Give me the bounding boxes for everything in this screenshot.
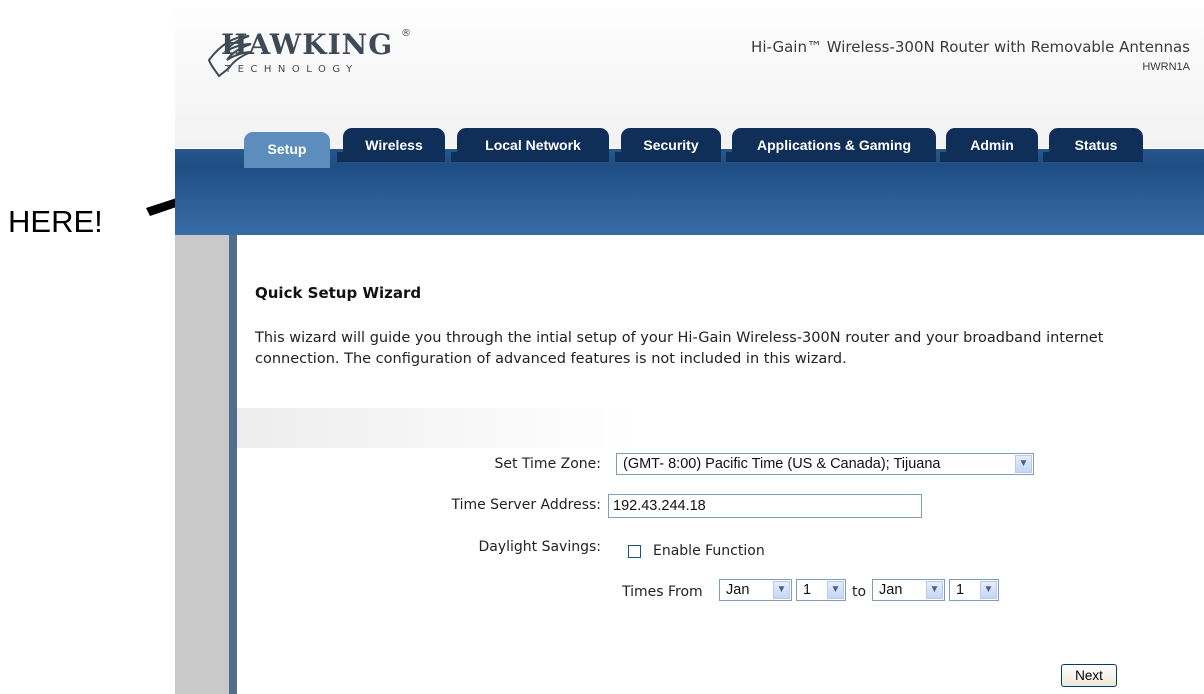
to-day-select[interactable]: 1 ▼	[949, 579, 999, 601]
page-header: HAWKING ® TECHNOLOGY Hi-Gain™ Wireless-3…	[175, 8, 1204, 148]
page-title: Quick Setup Wizard	[255, 284, 422, 302]
tab-notch	[726, 152, 732, 162]
sidebar	[175, 235, 229, 694]
tab-notch	[451, 152, 457, 162]
tab-admin[interactable]: Admin	[940, 128, 1038, 162]
from-day-select[interactable]: 1 ▼	[796, 579, 846, 601]
next-button[interactable]: Next	[1061, 664, 1117, 687]
to-label: to	[852, 584, 867, 600]
sidebar-divider	[229, 235, 237, 694]
time-zone-label: Set Time Zone:	[494, 456, 601, 472]
tab-label: Status	[1074, 137, 1118, 153]
tab-setup[interactable]: Setup	[244, 132, 330, 168]
tab-status[interactable]: Status	[1043, 128, 1143, 162]
time-zone-value: (GMT- 8:00) Pacific Time (US & Canada); …	[623, 456, 941, 472]
chevron-down-icon[interactable]: ▼	[773, 581, 790, 599]
product-title: Hi-Gain™ Wireless-300N Router with Remov…	[751, 38, 1190, 56]
chevron-down-icon[interactable]: ▼	[926, 581, 943, 599]
logo-subtitle: TECHNOLOGY	[225, 64, 359, 75]
to-month-select[interactable]: Jan ▼	[872, 579, 945, 601]
enable-function-checkbox[interactable]	[628, 545, 641, 558]
enable-function-label: Enable Function	[653, 543, 765, 559]
time-server-input[interactable]: 192.43.244.18	[608, 494, 922, 518]
tab-label: Admin	[970, 137, 1014, 153]
chevron-down-icon[interactable]: ▼	[1015, 455, 1032, 473]
tab-notch	[615, 152, 621, 162]
tab-notch	[940, 152, 946, 162]
tab-label: Security	[643, 137, 699, 153]
model-number: HWRN1A	[1142, 61, 1190, 73]
tab-local-network[interactable]: Local Network	[451, 128, 609, 162]
to-month-value: Jan	[879, 582, 903, 598]
from-day-value: 1	[803, 582, 812, 598]
tab-label: Local Network	[485, 137, 581, 153]
chevron-down-icon[interactable]: ▼	[827, 581, 844, 599]
tab-security[interactable]: Security	[615, 128, 721, 162]
tab-wireless[interactable]: Wireless	[337, 128, 445, 162]
tab-label: Applications & Gaming	[756, 137, 911, 153]
section-divider	[237, 408, 637, 448]
time-zone-select[interactable]: (GMT- 8:00) Pacific Time (US & Canada); …	[616, 453, 1034, 475]
from-month-select[interactable]: Jan ▼	[719, 579, 792, 601]
tab-label: Setup	[267, 141, 307, 157]
router-admin-page: HAWKING ® TECHNOLOGY Hi-Gain™ Wireless-3…	[175, 8, 1204, 694]
tab-notch	[337, 152, 343, 162]
time-server-label: Time Server Address:	[451, 497, 601, 513]
times-from-label: Times From	[622, 584, 703, 600]
here-annotation: HERE!	[8, 204, 103, 239]
from-month-value: Jan	[726, 582, 750, 598]
chevron-down-icon[interactable]: ▼	[980, 581, 997, 599]
logo-wordmark: HAWKING	[221, 28, 394, 61]
logo-registered-mark: ®	[401, 28, 411, 39]
tab-notch	[1043, 152, 1049, 162]
tab-applications-gaming[interactable]: Applications & Gaming	[726, 128, 936, 162]
daylight-savings-label: Daylight Savings:	[478, 539, 601, 555]
tab-label: Wireless	[365, 137, 423, 153]
intro-text: This wizard will guide you through the i…	[255, 330, 1104, 367]
to-day-value: 1	[956, 582, 965, 598]
